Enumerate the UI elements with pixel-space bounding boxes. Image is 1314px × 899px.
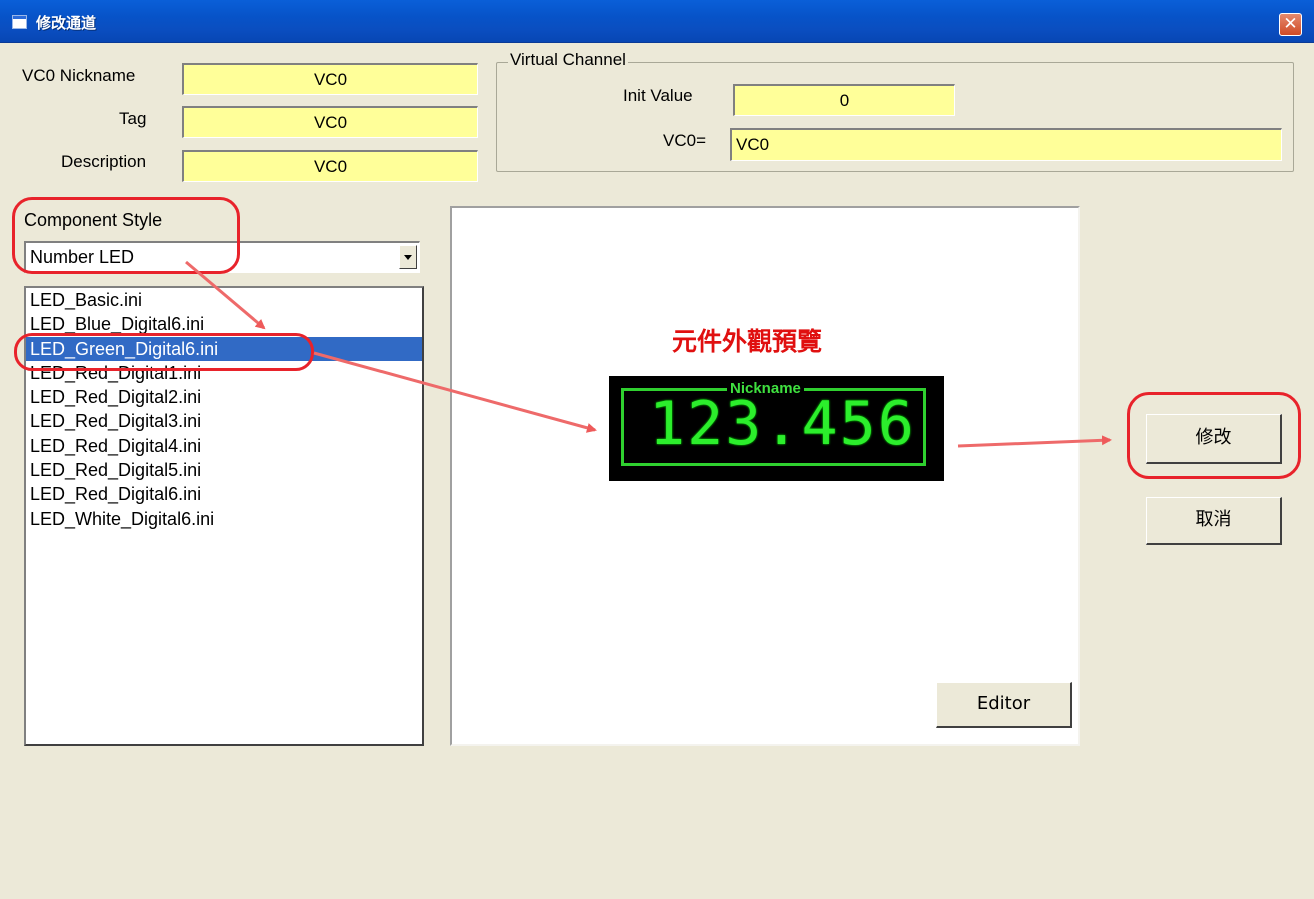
annotation-arrows [185,260,1112,448]
arrow-style-to-file [185,260,266,330]
arrow-file-to-preview [313,351,597,433]
arrow-preview-to-modify [957,435,1112,448]
